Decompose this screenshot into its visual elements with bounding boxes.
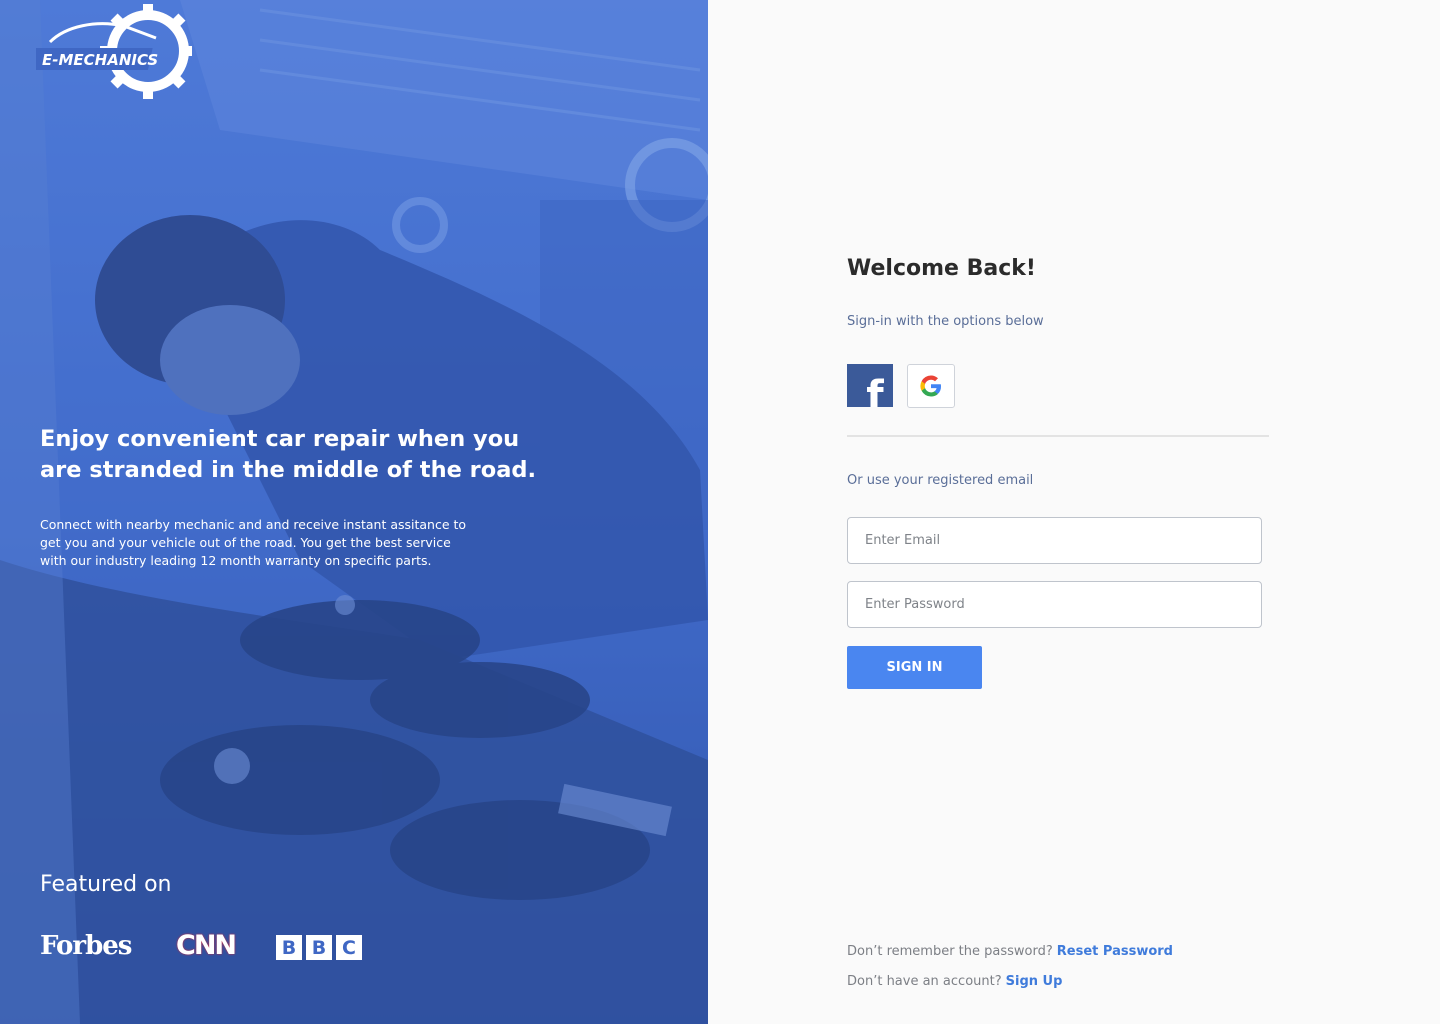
sign-in-panel: Welcome Back! Sign-in with the options b… [708,0,1440,1024]
sign-in-subtitle: Sign-in with the options below [847,314,1044,329]
bbc-letter: C [336,935,362,960]
facebook-sign-in-button[interactable]: f [847,364,893,407]
reset-password-text: Don’t remember the password? [847,944,1053,959]
svg-text:E-MECHANICS: E-MECHANICS [42,51,158,69]
bbc-letter: B [276,935,302,960]
password-field[interactable] [847,581,1262,628]
hero-headline: Enjoy convenient car repair when you are… [40,426,537,483]
bbc-letter: B [306,935,332,960]
sign-up-text: Don’t have an account? [847,974,1002,989]
featured-on-heading: Featured on [40,872,172,897]
google-icon [920,375,942,397]
page-title: Welcome Back! [847,256,1036,281]
reset-password-link[interactable]: Reset Password [1057,944,1173,959]
sign-up-link[interactable]: Sign Up [1006,974,1063,989]
hero-overlay [0,0,708,1024]
hero-description: Connect with nearby mechanic and and rec… [40,517,467,568]
facebook-icon: f [866,373,884,407]
cnn-logo: CNN [176,930,237,961]
reset-password-prompt: Don’t remember the password? Reset Passwo… [847,944,1173,959]
bbc-logo: B B C [276,935,362,960]
svg-text:f: f [866,373,884,407]
email-field[interactable] [847,517,1262,564]
divider [847,435,1269,437]
e-mechanics-logo: E-MECHANICS [36,4,192,99]
google-sign-in-button[interactable] [907,364,955,408]
hero-panel: E-MECHANICS Enjoy convenient car repair … [0,0,708,1024]
email-option-label: Or use your registered email [847,473,1034,488]
sign-in-button[interactable]: SIGN IN [847,646,982,689]
sign-up-prompt: Don’t have an account? Sign Up [847,974,1062,989]
forbes-logo: Forbes [40,931,132,961]
